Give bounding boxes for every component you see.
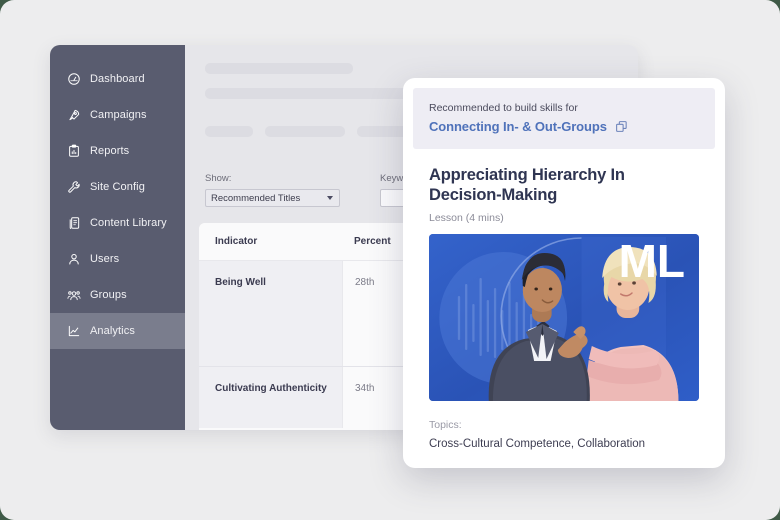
show-filter: Show: Recommended Titles bbox=[205, 173, 340, 207]
clipboard-chart-icon bbox=[67, 144, 81, 158]
sidebar-item-analytics[interactable]: Analytics bbox=[50, 313, 185, 349]
recommendation-card: Recommended to build skills for Connecti… bbox=[403, 78, 725, 468]
wrench-icon bbox=[67, 180, 81, 194]
show-filter-value: Recommended Titles bbox=[211, 192, 301, 204]
copy-icon[interactable] bbox=[615, 120, 628, 133]
users-group-icon bbox=[67, 288, 81, 302]
sidebar-item-site-config[interactable]: Site Config bbox=[50, 169, 185, 205]
topics-label: Topics: bbox=[429, 419, 462, 432]
banner-subtitle: Recommended to build skills for bbox=[429, 102, 578, 114]
placeholder-bar bbox=[205, 126, 253, 137]
show-filter-label: Show: bbox=[205, 173, 232, 184]
thumbnail-badge: ML bbox=[618, 235, 685, 288]
topics-section: Topics: Cross-Cultural Competence, Colla… bbox=[413, 401, 715, 450]
sidebar-item-users[interactable]: Users bbox=[50, 241, 185, 277]
sidebar-item-label: Analytics bbox=[90, 324, 135, 337]
rocket-icon bbox=[67, 108, 81, 122]
line-chart-icon bbox=[67, 324, 81, 338]
placeholder-bar bbox=[205, 63, 353, 74]
card-body: Appreciating Hierarchy In Decision-Makin… bbox=[413, 149, 715, 224]
sidebar-item-label: Users bbox=[90, 252, 120, 265]
dashboard-gauge-icon bbox=[67, 72, 81, 86]
sidebar-item-groups[interactable]: Groups bbox=[50, 277, 185, 313]
outer-canvas: Dashboard Campaigns Reports Site Config … bbox=[0, 0, 780, 520]
sidebar-item-dashboard[interactable]: Dashboard bbox=[50, 61, 185, 97]
lesson-thumbnail[interactable]: ML bbox=[429, 234, 699, 402]
sidebar-item-label: Reports bbox=[90, 144, 130, 157]
cell-indicator: Cultivating Authenticity bbox=[215, 383, 327, 394]
sidebar-item-content-library[interactable]: Content Library bbox=[50, 205, 185, 241]
lesson-meta: Lesson (4 mins) bbox=[429, 212, 504, 225]
column-header-indicator: Indicator bbox=[215, 236, 258, 247]
sidebar-item-label: Site Config bbox=[90, 180, 145, 193]
lesson-title: Appreciating Hierarchy In Decision-Makin… bbox=[429, 166, 625, 205]
sidebar-item-label: Dashboard bbox=[90, 72, 145, 85]
banner-link-row[interactable]: Connecting In- & Out-Groups bbox=[429, 119, 699, 134]
show-filter-select[interactable]: Recommended Titles bbox=[205, 189, 340, 207]
sidebar-item-reports[interactable]: Reports bbox=[50, 133, 185, 169]
sidebar-item-label: Content Library bbox=[90, 216, 167, 229]
placeholder-bar bbox=[265, 126, 345, 137]
sidebar-item-label: Groups bbox=[90, 288, 127, 301]
sidebar-item-campaigns[interactable]: Campaigns bbox=[50, 97, 185, 133]
documents-icon bbox=[67, 216, 81, 230]
user-icon bbox=[67, 252, 81, 266]
skill-link[interactable]: Connecting In- & Out-Groups bbox=[429, 119, 607, 134]
sidebar-item-label: Campaigns bbox=[90, 108, 147, 121]
cell-indicator: Being Well bbox=[215, 277, 266, 288]
chevron-down-icon bbox=[327, 196, 333, 200]
topics-value: Cross-Cultural Competence, Collaboration bbox=[429, 438, 646, 451]
recommendation-banner: Recommended to build skills for Connecti… bbox=[413, 88, 715, 149]
sidebar-nav: Dashboard Campaigns Reports Site Config … bbox=[50, 45, 185, 430]
